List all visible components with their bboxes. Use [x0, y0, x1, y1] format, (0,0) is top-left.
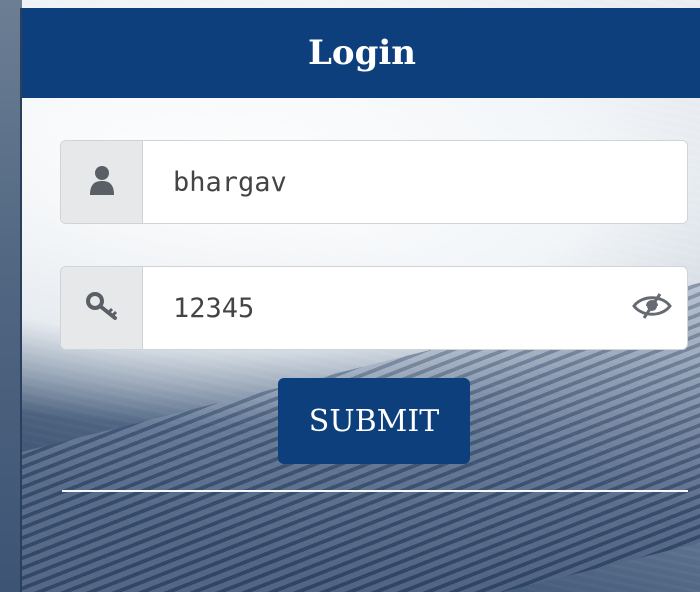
username-addon: [61, 141, 143, 223]
password-group: [60, 266, 688, 350]
user-icon: [89, 164, 115, 200]
login-title: Login: [308, 33, 416, 73]
login-panel: Login bhargav 12345 SUBMIT: [20, 8, 700, 592]
password-input[interactable]: [143, 267, 617, 349]
password-addon: [61, 267, 143, 349]
key-icon: [85, 291, 119, 325]
username-input[interactable]: [143, 141, 687, 223]
background-strip: [0, 0, 22, 592]
eye-slash-icon[interactable]: [632, 292, 672, 324]
password-toggle[interactable]: [617, 267, 687, 349]
divider: [62, 490, 688, 492]
submit-button[interactable]: SUBMIT: [278, 378, 470, 464]
username-group: [60, 140, 688, 224]
login-header: Login: [22, 8, 700, 98]
